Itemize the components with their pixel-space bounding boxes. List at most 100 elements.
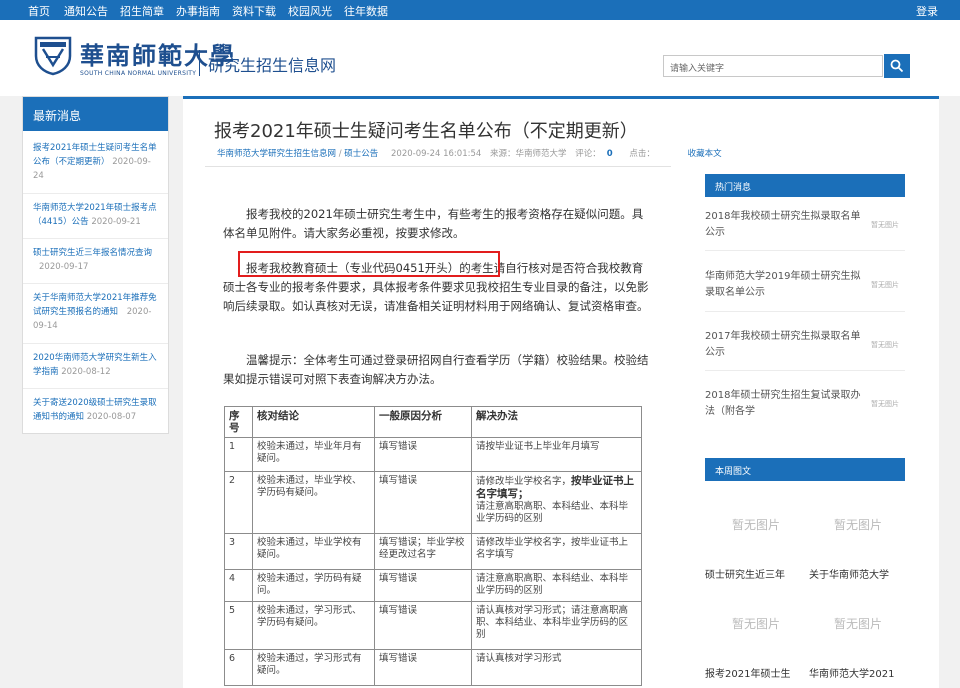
news-item[interactable]: 关于华南师范大学2021年推荐免试研究生预报名的通知 2020-09-14	[33, 291, 161, 333]
latest-news-sidebar: 最新消息 报考2021年硕士生疑问考生名单公布（不定期更新） 2020-09-2…	[22, 96, 169, 434]
news-item[interactable]: 硕士研究生近三年报名情况查询 2020-09-17	[33, 246, 161, 274]
table-cell: 请认真核对学习形式	[471, 649, 642, 686]
highlight-annotation-box	[238, 251, 500, 277]
table-cell: 校验未通过，毕业年月有疑问。	[252, 437, 375, 472]
photo-placeholder[interactable]: 暂无图片	[813, 516, 903, 533]
photo-placeholder[interactable]: 暂无图片	[711, 615, 801, 632]
table-row: 2 校验未通过，毕业学校、学历码有疑问。 填写错误 请修改毕业学校名字，按毕业证…	[224, 471, 642, 534]
hot-news-thumbnail[interactable]: 暂无图片	[871, 399, 899, 409]
table-header-cell: 一般原因分析	[374, 406, 472, 438]
photo-news-heading: 本周图文	[705, 458, 905, 480]
table-cell: 填写错误	[374, 649, 472, 686]
verification-table: 序号 核对结论 一般原因分析 解决办法 1 校验未通过，毕业年月有疑问。 填写错…	[224, 406, 642, 686]
divider	[23, 388, 168, 389]
latest-news-heading: 最新消息	[23, 97, 168, 131]
university-logo-english: SOUTH CHINA NORMAL UNIVERSITY	[80, 70, 197, 77]
photo-placeholder[interactable]: 暂无图片	[813, 615, 903, 632]
divider	[705, 370, 905, 371]
table-cell: 校验未通过，毕业学校、学历码有疑问。	[252, 471, 375, 534]
top-nav-bar: 首页 通知公告 招生简章 办事指南 资料下载 校园风光 往年数据 登录	[0, 0, 960, 20]
table-row: 5 校验未通过，学习形式、学历码有疑问。 填写错误 请认真核对学习形式；请注意高…	[224, 601, 642, 650]
nav-admission-guide[interactable]: 招生简章	[120, 3, 164, 19]
divider	[23, 283, 168, 284]
table-header-cell: 核对结论	[252, 406, 375, 438]
news-item[interactable]: 2020华南师范大学研究生新生入学指南 2020-08-12	[33, 351, 161, 379]
table-row: 4 校验未通过，学历码有疑问。 填写错误 请注意高职高职、本科结业、本科毕业学历…	[224, 569, 642, 602]
table-cell: 1	[224, 437, 253, 472]
news-item[interactable]: 关于寄送2020级硕士研究生录取通知书的通知 2020-08-07	[33, 396, 161, 424]
photo-caption[interactable]: 华南师范大学2021	[809, 665, 894, 680]
comments-count[interactable]: 0	[607, 149, 613, 159]
divider	[705, 311, 905, 312]
university-emblem-icon[interactable]	[32, 34, 74, 76]
table-cell: 填写错误	[374, 569, 472, 602]
article-meta: 华南师范大学研究生招生信息网 / 硕士公告 2020-09-24 16:01:5…	[217, 147, 722, 159]
table-header-row: 序号 核对结论 一般原因分析 解决办法	[224, 406, 642, 438]
news-item-date: 2020-08-07	[86, 412, 137, 422]
divider	[23, 343, 168, 344]
nav-downloads[interactable]: 资料下载	[232, 3, 276, 19]
photo-news-underline	[705, 480, 905, 481]
article-datetime: 2020-09-24 16:01:54	[391, 149, 482, 159]
article-source: 来源：华南师范大学	[490, 149, 567, 159]
news-item[interactable]: 华南师范大学2021年硕士报考点（4415）公告 2020-09-21	[33, 201, 161, 229]
table-cell: 请按毕业证书上毕业年月填写	[471, 437, 642, 472]
table-cell: 请认真核对学习形式；请注意高职高职、本科结业、本科毕业学历码的区别	[471, 601, 642, 650]
photo-caption[interactable]: 报考2021年硕士生	[705, 665, 790, 680]
table-cell: 填写错误	[374, 437, 472, 472]
favorite-link[interactable]: 收藏本文	[688, 149, 722, 159]
breadcrumb-category-link[interactable]: 硕士公告	[344, 149, 378, 159]
photo-placeholder[interactable]: 暂无图片	[711, 516, 801, 533]
divider	[23, 193, 168, 194]
nav-campus[interactable]: 校园风光	[288, 3, 332, 19]
table-cell: 校验未通过，学历码有疑问。	[252, 569, 375, 602]
table-cell: 4	[224, 569, 253, 602]
hot-news-item[interactable]: 2017年我校硕士研究生拟录取名单公示	[705, 329, 865, 361]
nav-home[interactable]: 首页	[28, 3, 50, 19]
table-cell: 校验未通过，学习形式有疑问。	[252, 649, 375, 686]
site-header: 華南師範大學 SOUTH CHINA NORMAL UNIVERSITY 研究生…	[0, 20, 960, 96]
logo-divider	[199, 50, 200, 76]
news-item-date: 2020-08-12	[61, 367, 111, 377]
news-item-title[interactable]: 硕士研究生近三年报名情况查询	[33, 248, 152, 258]
table-header-cell: 序号	[224, 406, 253, 438]
breadcrumb-site-link[interactable]: 华南师范大学研究生招生信息网	[217, 149, 336, 159]
news-item[interactable]: 报考2021年硕士生疑问考生名单公布（不定期更新） 2020-09-24	[33, 141, 161, 183]
nav-past-data[interactable]: 往年数据	[344, 3, 388, 19]
table-cell: 填写错误	[374, 471, 472, 534]
table-cell: 请注意高职高职、本科结业、本科毕业学历码的区别	[471, 569, 642, 602]
photo-caption[interactable]: 关于华南师范大学	[809, 566, 889, 581]
news-item-date: 2020-09-21	[91, 217, 141, 227]
search-button[interactable]	[884, 54, 910, 78]
article-panel: 报考2021年硕士生疑问考生名单公布（不定期更新） 华南师范大学研究生招生信息网…	[183, 96, 939, 688]
table-row: 3 校验未通过，毕业学校有疑问。 填写错误；毕业学校经更改过名字 请修改毕业学校…	[224, 533, 642, 570]
article-paragraph: 温馨提示：全体考生可通过登录研招网自行查看学历（学籍）校验结果。校验结果如提示错…	[223, 353, 649, 386]
hot-news-thumbnail[interactable]: 暂无图片	[871, 340, 899, 350]
clicks-label: 点击：	[629, 149, 655, 159]
photo-caption[interactable]: 硕士研究生近三年	[705, 566, 785, 581]
article-title: 报考2021年硕士生疑问考生名单公布（不定期更新）	[214, 121, 638, 142]
login-link[interactable]: 登录	[916, 3, 938, 19]
hot-news-underline	[705, 196, 905, 197]
hot-news-item[interactable]: 2018年我校硕士研究生拟录取名单公示	[705, 209, 865, 241]
nav-notices[interactable]: 通知公告	[64, 3, 108, 19]
hot-news-heading: 热门消息	[705, 174, 905, 196]
hot-news-item[interactable]: 2018年硕士研究生招生复试录取办法（附各学	[705, 388, 865, 420]
site-name: 研究生招生信息网	[208, 56, 337, 75]
article-paragraph: 报考我校的2021年硕士研究生考生中，有些考生的报考资格存在疑似问题。具体名单见…	[223, 207, 644, 240]
table-cell: 请修改毕业学校名字，按毕业证书上名字填写	[471, 533, 642, 570]
search-input[interactable]: 请输入关键字	[663, 55, 883, 77]
hot-news-item[interactable]: 华南师范大学2019年硕士研究生拟录取名单公示	[705, 269, 865, 301]
table-row: 6 校验未通过，学习形式有疑问。 填写错误 请认真核对学习形式	[224, 649, 642, 686]
table-cell: 2	[224, 471, 253, 534]
nav-services[interactable]: 办事指南	[176, 3, 220, 19]
solution-text: 请修改毕业学校名字，	[476, 476, 572, 487]
divider	[705, 250, 905, 251]
solution-text: 请注意高职高职、本科结业、本科毕业学历码的区别	[476, 501, 629, 524]
table-cell: 填写错误；毕业学校经更改过名字	[374, 533, 472, 570]
table-cell: 5	[224, 601, 253, 650]
hot-news-thumbnail[interactable]: 暂无图片	[871, 280, 899, 290]
hot-news-thumbnail[interactable]: 暂无图片	[871, 220, 899, 230]
table-cell: 校验未通过，毕业学校有疑问。	[252, 533, 375, 570]
table-header-cell: 解决办法	[471, 406, 642, 438]
